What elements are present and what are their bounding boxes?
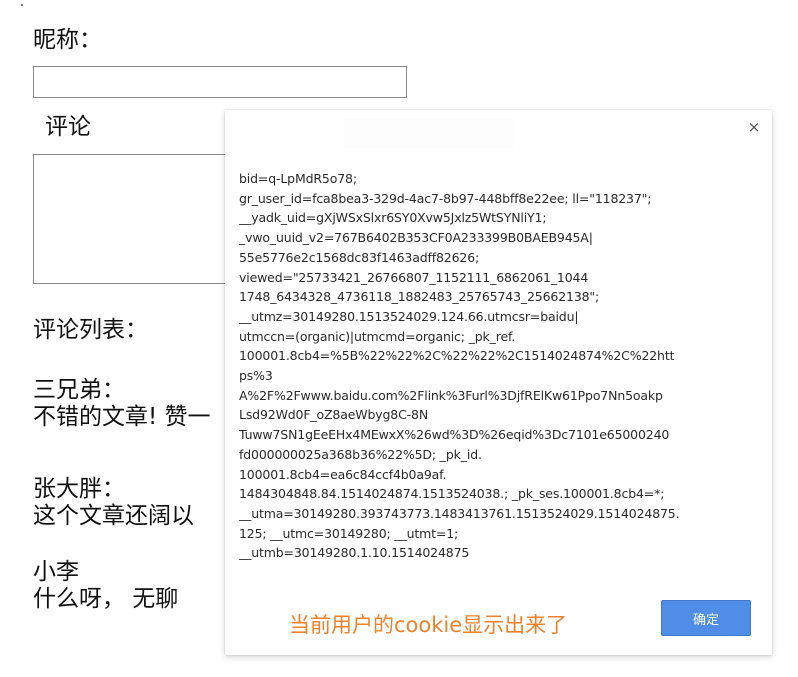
comment-textarea[interactable] bbox=[33, 154, 233, 284]
dialog-message: bid=q-LpMdR5o78; gr_user_id=fca8bea3-329… bbox=[239, 169, 759, 563]
comment-label: 评论 bbox=[45, 114, 91, 140]
message-line: 125; __utmc=30149280; __utmt=1; bbox=[239, 525, 459, 541]
message-line: fd000000025a368b36%22%5D; _pk_id. bbox=[239, 446, 482, 462]
nickname-input[interactable] bbox=[33, 66, 407, 98]
message-line: 1484304848.84.1514024874.1513524038.; _p… bbox=[239, 486, 665, 502]
comment-text: 这个文章还阔以 bbox=[33, 503, 194, 529]
message-line: viewed="25733421_26766807_1152111_686206… bbox=[239, 269, 589, 285]
comment-text: 什么呀， 无聊 bbox=[33, 586, 179, 612]
message-line: 55e5776e2c1568dc83f1463adff82626; bbox=[239, 249, 480, 265]
close-icon[interactable]: × bbox=[745, 116, 763, 138]
ok-button[interactable]: 确定 bbox=[661, 600, 751, 636]
message-line: bid=q-LpMdR5o78; bbox=[239, 171, 357, 186]
page-artifact-dot bbox=[21, 4, 23, 6]
comment-text: 不错的文章! 赞一 bbox=[33, 404, 211, 430]
message-line: __yadk_uid=gXjWSxSlxr6SY0Xvw5Jxlz5WtSYNl… bbox=[239, 210, 547, 226]
message-line: __utma=30149280.393743773.1483413761.151… bbox=[239, 505, 680, 521]
comment-author: 三兄弟： bbox=[33, 377, 125, 403]
comment-list-heading: 评论列表： bbox=[33, 317, 148, 343]
message-line: __utmb=30149280.1.10.1514024875 bbox=[239, 545, 470, 561]
message-line: gr_user_id=fca8bea3-329d-4ac7-8b97-448bf… bbox=[239, 190, 652, 206]
message-line: A%2F%2Fwww.baidu.com%2Flink%3Furl%3DjfRE… bbox=[239, 387, 663, 403]
cookie-annotation: 当前用户的cookie显示出来了 bbox=[289, 613, 568, 637]
nickname-label: 昵称： bbox=[33, 27, 102, 53]
message-line: ps%3 bbox=[239, 368, 273, 384]
message-line: 100001.8cb4=%5B%22%22%2C%22%22%2C1514024… bbox=[239, 348, 675, 364]
message-line: __utmz=30149280.1513524029.124.66.utmcsr… bbox=[239, 308, 579, 324]
comment-author: 小李 bbox=[33, 559, 79, 585]
comment-author: 张大胖： bbox=[33, 476, 125, 502]
alert-dialog: × bid=q-LpMdR5o78; gr_user_id=fca8bea3-3… bbox=[225, 110, 772, 655]
dialog-title-area bbox=[344, 118, 514, 148]
message-line: Tuww7SN1gEeEHx4MEwxX%26wd%3D%26eqid%3Dc7… bbox=[239, 427, 670, 443]
message-line: 100001.8cb4=ea6c84ccf4b0a9af. bbox=[239, 466, 447, 482]
message-line: _vwo_uuid_v2=767B6402B353CF0A233399B0BAE… bbox=[239, 230, 593, 246]
message-line: 1748_6434328_4736118_1882483_25765743_25… bbox=[239, 289, 600, 305]
message-line: Lsd92Wd0F_oZ8aeWbyg8C-8N bbox=[239, 407, 429, 423]
message-line: utmccn=(organic)|utmcmd=organic; _pk_ref… bbox=[239, 328, 516, 344]
